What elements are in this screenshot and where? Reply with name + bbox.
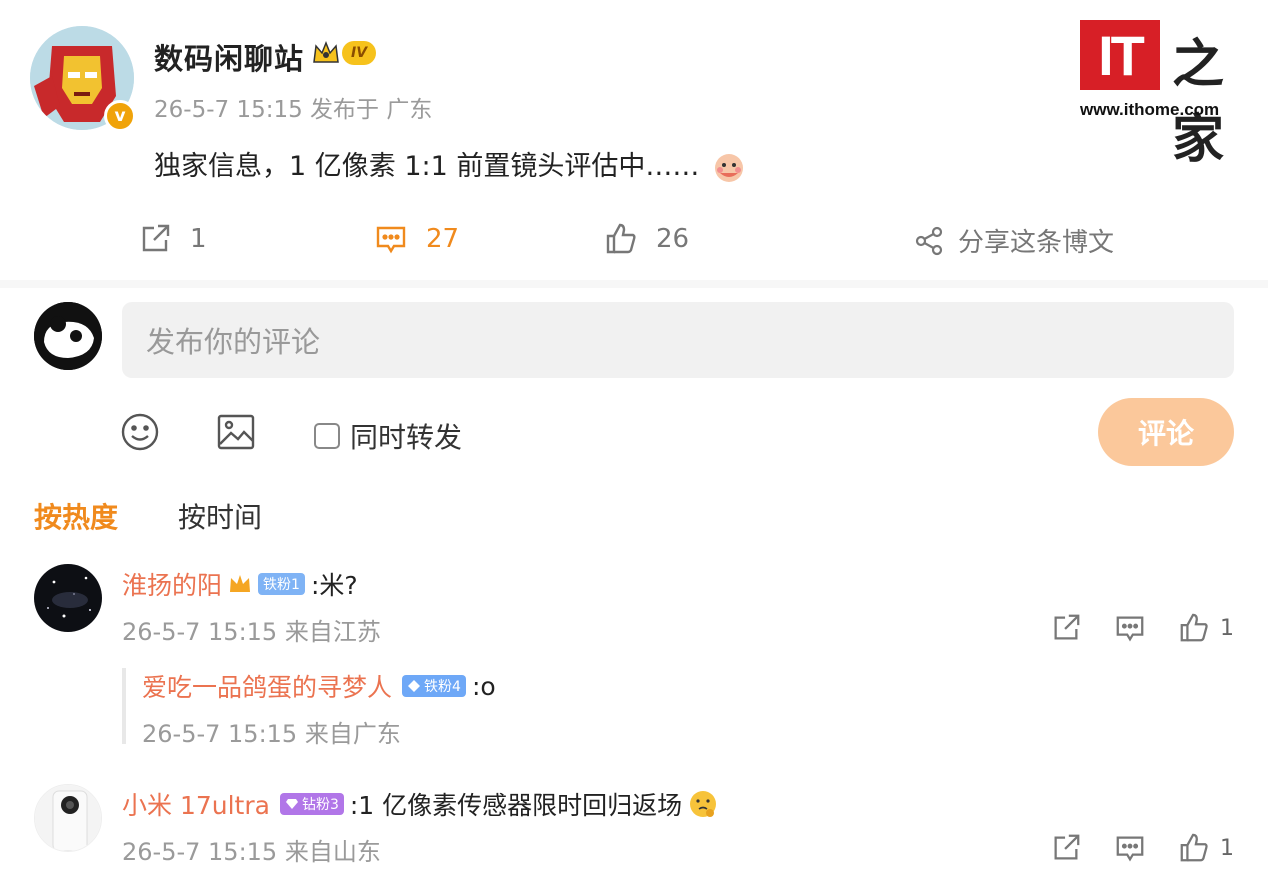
comment-username[interactable]: 淮扬的阳 <box>122 566 222 602</box>
like-count: 26 <box>656 224 690 254</box>
comment-like-icon[interactable] <box>1178 832 1210 864</box>
fan-badge: 钻粉3 <box>279 793 344 815</box>
emoji-icon[interactable] <box>120 412 160 452</box>
repost-count: 1 <box>190 224 207 254</box>
shy-face-emoji-icon <box>714 153 743 182</box>
comment-like-icon[interactable] <box>1178 612 1210 644</box>
comment-like-count: 1 <box>1220 616 1234 641</box>
reply-indent-bar <box>122 668 126 744</box>
comment-meta: 26-5-7 15:15 来自江苏 <box>122 618 381 646</box>
commenter-avatar[interactable] <box>34 784 102 852</box>
thinking-face-emoji-icon <box>690 791 717 817</box>
reply-username[interactable]: 爱吃一品鸽蛋的寻梦人 <box>142 668 392 704</box>
fan-badge: 铁粉1 <box>258 573 305 595</box>
comment-like-count: 1 <box>1220 836 1234 861</box>
fan-badge-label: 钻粉3 <box>301 797 339 813</box>
like-button[interactable]: 26 <box>604 222 689 256</box>
section-divider <box>0 280 1268 288</box>
comment-text: :米? <box>310 571 358 600</box>
share-label: 分享这条博文 <box>958 228 1115 258</box>
repost-checkbox-label: 同时转发 <box>350 421 463 454</box>
logo-cn: 之家 <box>1172 35 1225 170</box>
reply-text: :o <box>471 671 496 701</box>
comment-meta: 26-5-7 15:15 来自山东 <box>122 838 381 866</box>
reply-header: 爱吃一品鸽蛋的寻梦人 铁粉4 :o <box>142 668 496 704</box>
comment-header: 淮扬的阳 铁粉1 :米? <box>122 566 358 602</box>
image-icon[interactable] <box>216 412 256 452</box>
repost-button[interactable]: 1 <box>138 222 207 256</box>
comment-button[interactable]: 27 <box>374 222 459 256</box>
checkbox-icon[interactable] <box>314 423 340 449</box>
level-label: IV <box>342 41 377 65</box>
tab-sort-time[interactable]: 按时间 <box>178 496 262 536</box>
comment-reply-icon[interactable] <box>1114 612 1146 644</box>
tab-sort-hot[interactable]: 按热度 <box>34 496 118 536</box>
verified-badge-icon: v <box>104 100 136 132</box>
ithome-logo: IT 之家 www.ithome.com <box>1080 20 1248 170</box>
diamond-icon <box>408 680 421 692</box>
current-user-avatar[interactable] <box>34 302 102 370</box>
commenter-avatar[interactable] <box>34 564 102 632</box>
crown-icon <box>313 40 339 63</box>
post-meta: 26-5-7 15:15 发布于 广东 <box>154 97 433 123</box>
comment-header: 小米 17ultra 钻粉3 :1 亿像素传感器限时回归返场 <box>122 786 718 822</box>
comment-repost-icon[interactable] <box>1050 612 1082 644</box>
fan-badge-label: 铁粉4 <box>424 679 461 695</box>
comment-count: 27 <box>426 224 460 254</box>
submit-comment-button[interactable]: 评论 <box>1098 398 1234 466</box>
comment-input[interactable]: 发布你的评论 <box>122 302 1234 378</box>
comment-username[interactable]: 小米 17ultra <box>122 786 270 822</box>
crown-fan-icon <box>230 575 251 592</box>
member-level-badge[interactable]: IV <box>312 40 377 66</box>
diamond-icon <box>285 799 298 809</box>
logo-mark: IT <box>1080 20 1160 90</box>
logo-url: www.ithome.com <box>1080 100 1220 119</box>
comment-icon <box>376 226 406 254</box>
post-text: 独家信息，1 亿像素 1:1 前置镜头评估中…… <box>154 151 700 182</box>
post-author-name[interactable]: 数码闲聊站 <box>154 36 304 78</box>
reply-meta: 26-5-7 15:15 来自广东 <box>142 720 401 748</box>
comment-repost-icon[interactable] <box>1050 832 1082 864</box>
comment-reply-icon[interactable] <box>1114 832 1146 864</box>
fan-badge: 铁粉4 <box>402 675 466 697</box>
comment-text: :1 亿像素传感器限时回归返场 <box>349 791 683 820</box>
share-icon <box>915 226 943 255</box>
like-icon <box>606 223 636 254</box>
repost-checkbox[interactable]: 同时转发 <box>314 416 462 456</box>
repost-icon <box>142 224 170 252</box>
post-content: 独家信息，1 亿像素 1:1 前置镜头评估中…… <box>154 144 746 185</box>
share-button[interactable]: 分享这条博文 <box>914 222 1114 259</box>
